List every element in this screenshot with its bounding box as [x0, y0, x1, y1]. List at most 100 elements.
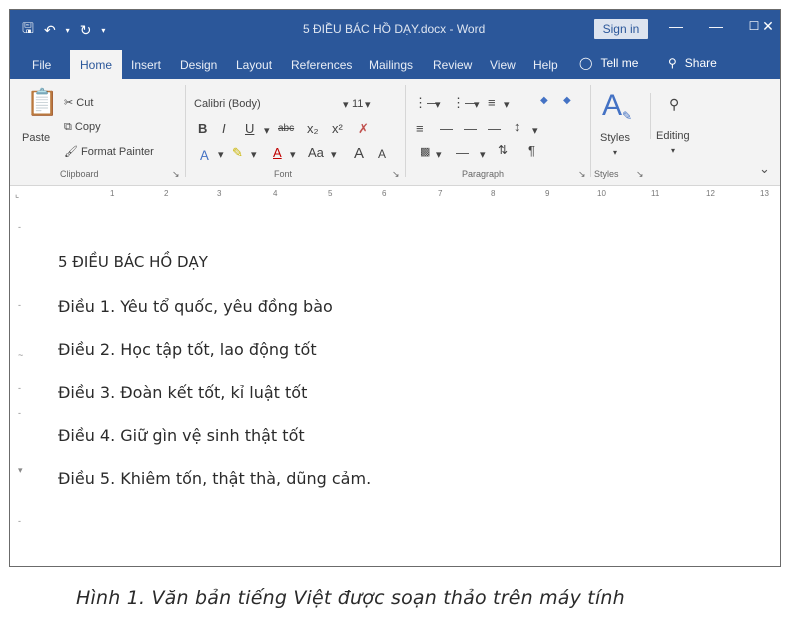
styles-dropdown-icon[interactable]: ▾ — [613, 148, 617, 157]
font-color-icon[interactable]: A — [273, 145, 282, 160]
underline-dropdown-icon[interactable]: ▾ — [264, 124, 270, 137]
vertical-ruler-mark: ▾ — [18, 465, 23, 475]
highlight-dropdown-icon[interactable]: ▾ — [251, 148, 257, 161]
font-size-dropdown-icon[interactable]: ▾ — [343, 98, 349, 111]
paste-button[interactable]: Paste — [22, 132, 50, 144]
shrink-font-button[interactable]: A — [378, 147, 386, 161]
font-name-box[interactable]: Calibri (Body) — [194, 98, 261, 110]
ruler-number: 13 — [760, 189, 769, 198]
subscript-button[interactable]: x₂ — [307, 121, 319, 136]
text-effects-icon[interactable]: Ａ — [198, 145, 211, 164]
clipboard-launcher-icon[interactable]: ↘ — [172, 169, 180, 180]
lightbulb-icon: ◯ — [579, 56, 593, 70]
align-left-icon[interactable]: ≡ — [416, 121, 424, 136]
ribbon-tab-bar: File Home Insert Design Layout Reference… — [10, 48, 780, 79]
line-spacing-icon[interactable]: ↕ — [514, 119, 521, 134]
share-button[interactable]: ⚲ Share — [668, 56, 717, 70]
font-launcher-icon[interactable]: ↘ — [392, 169, 400, 180]
underline-button[interactable]: U — [245, 121, 254, 136]
tab-review[interactable]: Review — [433, 58, 472, 72]
line-spacing-dropdown-icon[interactable]: ▾ — [532, 124, 538, 137]
save-icon[interactable]: 🖫 — [22, 18, 34, 42]
tab-selector-icon[interactable]: ⌞ — [15, 189, 19, 200]
strikethrough-button[interactable]: abc — [278, 123, 294, 134]
format-painter-label: Format Painter — [81, 146, 154, 158]
minimize-icon[interactable]: — — [704, 18, 728, 34]
vertical-ruler-mark: - — [18, 222, 21, 232]
ruler-number: 8 — [491, 189, 496, 198]
numbering-dropdown-icon[interactable]: ▾ — [474, 98, 480, 111]
grow-font-button[interactable]: A — [354, 145, 364, 162]
justify-icon[interactable]: ― — [488, 121, 501, 136]
superscript-button[interactable]: x² — [332, 121, 343, 136]
tell-me-search[interactable]: ◯ Tell me — [579, 56, 638, 70]
font-size-chevron-icon[interactable]: ▾ — [365, 98, 371, 111]
search-icon[interactable]: ⚲ — [669, 96, 679, 113]
increase-indent-icon[interactable]: ◆ — [563, 95, 571, 106]
ribbon-options-icon[interactable]: — — [664, 18, 688, 34]
decrease-indent-icon[interactable]: ◆ — [540, 95, 548, 106]
highlight-color-icon[interactable]: ✎ — [232, 145, 243, 161]
clear-formatting-icon[interactable]: ✗ — [358, 121, 369, 137]
tab-references[interactable]: References — [291, 58, 352, 72]
font-group-label: Font — [274, 169, 293, 179]
multilevel-list-icon[interactable]: ≡ — [488, 95, 496, 110]
tab-design[interactable]: Design — [180, 58, 217, 72]
copy-button[interactable]: ⧉ Copy — [64, 121, 101, 134]
tab-mailings[interactable]: Mailings — [369, 58, 413, 72]
tab-help[interactable]: Help — [533, 58, 558, 72]
tab-view[interactable]: View — [490, 58, 516, 72]
styles-group-label: Styles — [594, 169, 619, 179]
copy-icon: ⧉ — [64, 121, 72, 133]
vertical-ruler-mark: - — [18, 516, 21, 526]
copy-label: Copy — [74, 121, 101, 133]
italic-button[interactable]: I — [222, 121, 226, 136]
undo-icon[interactable]: ↶ — [44, 22, 56, 39]
tab-file[interactable]: File — [32, 58, 51, 72]
shading-dropdown-icon[interactable]: ▾ — [436, 148, 442, 161]
customize-icon[interactable]: ▾ — [101, 26, 105, 35]
close-icon[interactable]: ✕ — [756, 18, 780, 35]
bold-button[interactable]: B — [198, 121, 207, 136]
vertical-ruler-mark: - — [18, 300, 21, 310]
paste-icon[interactable]: 📋 — [26, 87, 58, 118]
show-marks-button[interactable]: ¶ — [528, 143, 535, 158]
format-painter-button[interactable]: 🖌 Format Painter — [64, 145, 154, 158]
vertical-ruler-mark: - — [18, 383, 21, 393]
group-separator — [405, 85, 406, 177]
borders-icon[interactable]: ― — [456, 145, 469, 160]
tab-home[interactable]: Home — [70, 50, 123, 79]
tab-insert[interactable]: Insert — [131, 58, 161, 72]
collapse-ribbon-icon[interactable]: ⌄ — [759, 161, 770, 177]
sort-icon[interactable]: ⇅ — [498, 143, 508, 157]
align-right-icon[interactable]: ― — [464, 121, 477, 136]
borders-dropdown-icon[interactable]: ▾ — [480, 148, 486, 161]
align-center-icon[interactable]: ― — [440, 121, 453, 136]
horizontal-ruler[interactable]: ⌞ 1 2 3 4 5 6 7 8 9 10 11 12 13 — [10, 186, 780, 204]
shading-icon[interactable]: ▩ — [420, 145, 430, 158]
change-case-dropdown-icon[interactable]: ▾ — [331, 148, 337, 161]
redo-icon[interactable]: ↻ — [80, 22, 92, 39]
ruler-number: 2 — [164, 189, 169, 198]
editing-dropdown-icon[interactable]: ▾ — [671, 146, 675, 155]
styles-button[interactable]: Styles — [600, 132, 630, 144]
styles-launcher-icon[interactable]: ↘ — [636, 169, 644, 180]
bullets-dropdown-icon[interactable]: ▾ — [435, 98, 441, 111]
tab-layout[interactable]: Layout — [236, 58, 272, 72]
group-separator — [650, 93, 651, 139]
editing-button[interactable]: Editing — [656, 130, 690, 142]
styles-gallery-icon[interactable]: A — [602, 89, 622, 123]
share-label: Share — [684, 56, 717, 70]
change-case-button[interactable]: Aa — [308, 145, 324, 160]
font-size-box[interactable]: 11 — [352, 98, 363, 110]
undo-dropdown-icon[interactable]: ▾ — [66, 26, 70, 35]
paragraph-launcher-icon[interactable]: ↘ — [578, 169, 586, 180]
cut-button[interactable]: ✂ Cut — [64, 96, 93, 109]
sign-in-button[interactable]: Sign in — [594, 19, 648, 39]
multilevel-dropdown-icon[interactable]: ▾ — [504, 98, 510, 111]
font-color-dropdown-icon[interactable]: ▾ — [290, 148, 296, 161]
document-line: Điều 3. Đoàn kết tốt, kỉ luật tốt — [58, 383, 308, 402]
ruler-number: 9 — [545, 189, 550, 198]
text-effects-dropdown-icon[interactable]: ▾ — [218, 148, 224, 161]
document-line: Điều 2. Học tập tốt, lao động tốt — [58, 340, 317, 359]
